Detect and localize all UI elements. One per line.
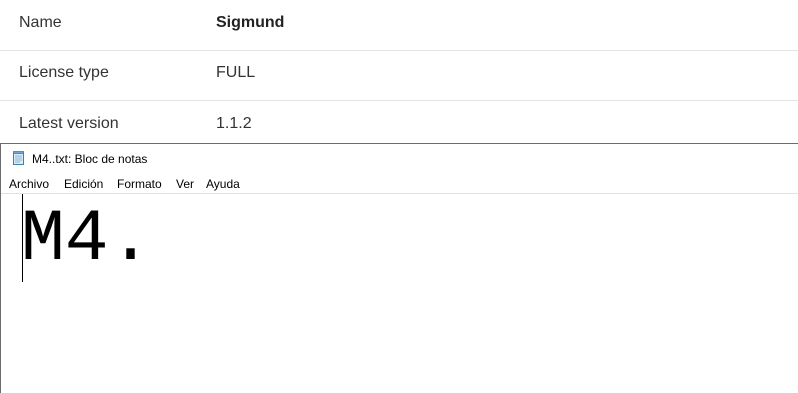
- info-label-latest-version: Latest version: [19, 115, 119, 132]
- notepad-titlebar[interactable]: M4..txt: Bloc de notas: [1, 144, 798, 174]
- notepad-text-content: M4.: [21, 198, 153, 281]
- info-value-license-type: FULL: [216, 64, 256, 81]
- info-label-name: Name: [19, 14, 62, 31]
- info-value-latest-version: 1.1.2: [216, 115, 252, 132]
- menu-formato[interactable]: Formato: [117, 177, 162, 191]
- notepad-text-area[interactable]: M4.: [1, 194, 798, 393]
- menu-ayuda[interactable]: Ayuda: [206, 177, 240, 191]
- info-label-license-type: License type: [19, 64, 109, 81]
- menu-archivo[interactable]: Archivo: [9, 177, 49, 191]
- info-row-name: Name Sigmund: [0, 0, 798, 51]
- info-value-name: Sigmund: [216, 14, 285, 31]
- info-row-license-type: License type FULL: [0, 50, 798, 101]
- menu-edicion[interactable]: Edición: [64, 177, 103, 191]
- notepad-document-icon: [12, 151, 25, 165]
- notepad-window[interactable]: M4..txt: Bloc de notas Archivo Edición F…: [0, 143, 798, 393]
- notepad-menubar: Archivo Edición Formato Ver Ayuda: [1, 174, 798, 194]
- notepad-window-title: M4..txt: Bloc de notas: [32, 152, 148, 166]
- menu-ver[interactable]: Ver: [176, 177, 194, 191]
- info-table: Name Sigmund License type FULL Latest ve…: [0, 0, 798, 145]
